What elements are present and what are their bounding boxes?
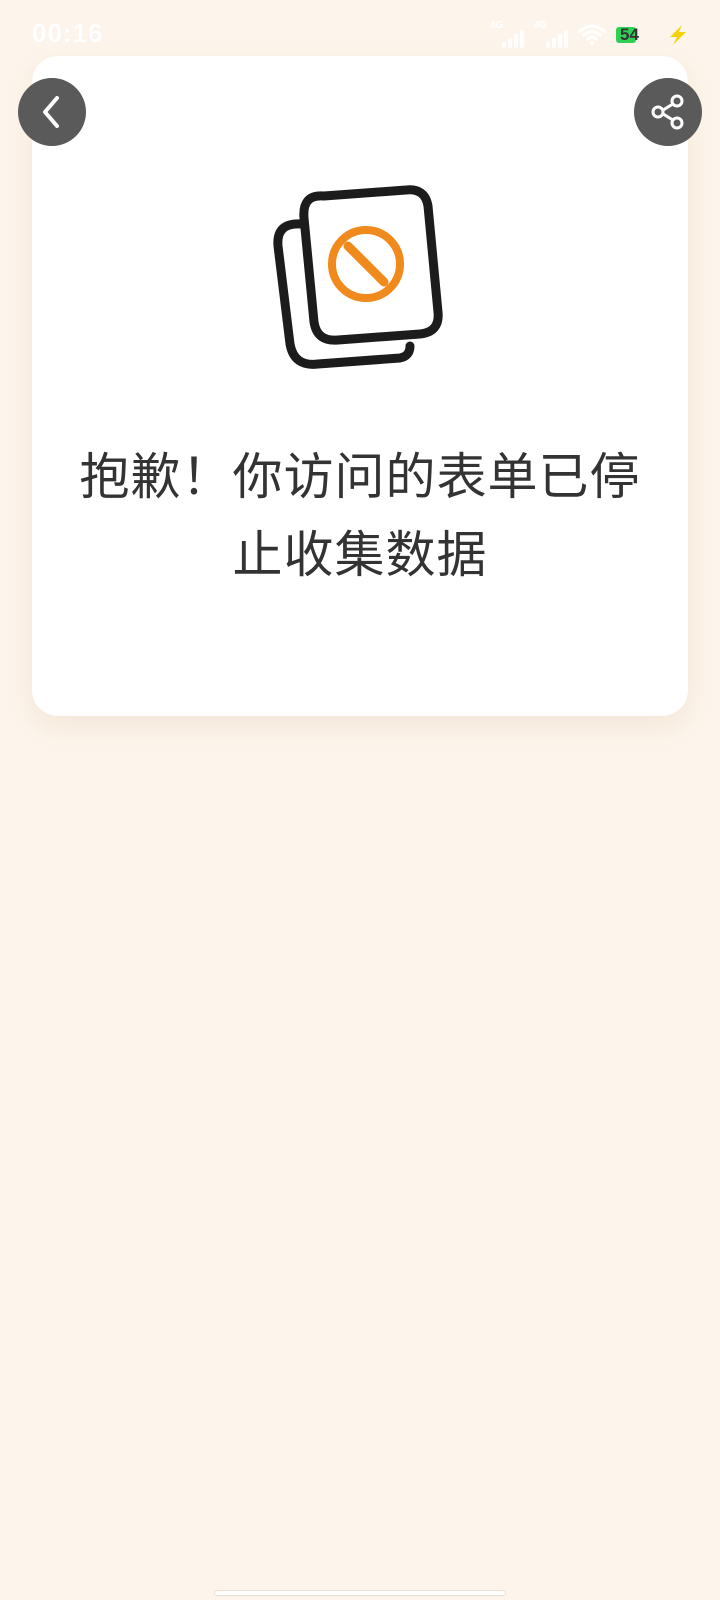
status-icons: 4G 4G 54 [490, 20, 690, 50]
signal-icon: 4G [490, 20, 524, 48]
home-indicator[interactable] [214, 1590, 506, 1596]
form-stopped-icon [273, 185, 443, 369]
share-button[interactable] [634, 78, 702, 146]
battery-level: 54 [620, 25, 639, 44]
share-icon [651, 94, 684, 130]
charging-icon [670, 25, 686, 45]
wifi-icon [578, 24, 606, 45]
chevron-left-icon [43, 96, 59, 128]
battery-icon: 54 [616, 25, 656, 45]
back-button[interactable] [18, 78, 86, 146]
status-time: 00:16 [32, 18, 104, 48]
error-card [32, 56, 688, 716]
signal-icon: 4G [534, 20, 568, 48]
error-message: 抱歉！你访问的表单已停止收集数据 [79, 448, 641, 584]
